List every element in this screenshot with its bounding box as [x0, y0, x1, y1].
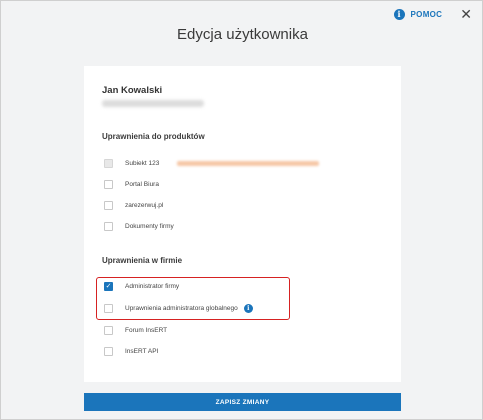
- company-label: Administrator firmy: [125, 282, 180, 290]
- product-checkbox-subiekt: [104, 158, 113, 168]
- user-permissions-card: Jan Kowalski Uprawnienia do produktów Su…: [84, 66, 401, 382]
- product-checkbox-portal-biura[interactable]: [104, 179, 113, 189]
- company-row-admin-globalny[interactable]: Uprawnienia administratora globalnego i: [104, 302, 253, 314]
- company-label: Forum InsERT: [125, 326, 168, 334]
- company-checkbox-insert-api[interactable]: [104, 346, 113, 356]
- products-section-title: Uprawnienia do produktów: [102, 132, 205, 141]
- user-name: Jan Kowalski: [102, 85, 163, 96]
- product-label: zarezerwuj.pl: [125, 201, 164, 209]
- product-row-dokumenty-firmy[interactable]: Dokumenty firmy: [104, 220, 174, 232]
- company-row-insert-api[interactable]: InsERT API: [104, 345, 158, 357]
- company-label: InsERT API: [125, 347, 159, 355]
- redacted-text: [177, 160, 320, 166]
- company-row-administrator-firmy[interactable]: ✓ Administrator firmy: [104, 280, 179, 292]
- user-email-redacted: [102, 100, 204, 107]
- product-row-zarezerwuj[interactable]: zarezerwuj.pl: [104, 199, 163, 211]
- company-checkbox-administrator-firmy[interactable]: ✓: [104, 281, 113, 291]
- product-label: Portal Biura: [125, 180, 159, 188]
- edit-user-dialog: i POMOC ✕ Edycja użytkownika Jan Kowalsk…: [0, 0, 483, 420]
- info-icon[interactable]: i: [243, 303, 253, 313]
- dialog-title: Edycja użytkownika: [177, 26, 308, 43]
- product-label: Dokumenty firmy: [125, 222, 174, 230]
- company-label: Uprawnienia administratora globalnego: [125, 304, 238, 312]
- company-checkbox-forum-insert[interactable]: [104, 325, 113, 335]
- company-row-forum-insert[interactable]: Forum InsERT: [104, 324, 167, 336]
- product-row-portal-biura[interactable]: Portal Biura: [104, 178, 159, 190]
- help-icon[interactable]: i: [393, 8, 405, 20]
- company-checkbox-admin-globalny[interactable]: [104, 303, 113, 313]
- save-changes-button[interactable]: ZAPISZ ZMIANY: [84, 393, 401, 411]
- dialog-topbar: i POMOC ✕: [393, 7, 472, 21]
- product-label: Subiekt 123: [125, 159, 160, 167]
- close-icon[interactable]: ✕: [460, 7, 472, 21]
- product-checkbox-dokumenty-firmy[interactable]: [104, 221, 113, 231]
- help-link[interactable]: POMOC: [411, 10, 443, 19]
- company-section-title: Uprawnienia w firmie: [102, 256, 183, 265]
- product-checkbox-zarezerwuj[interactable]: [104, 200, 113, 210]
- product-row-subiekt: Subiekt 123: [104, 157, 320, 169]
